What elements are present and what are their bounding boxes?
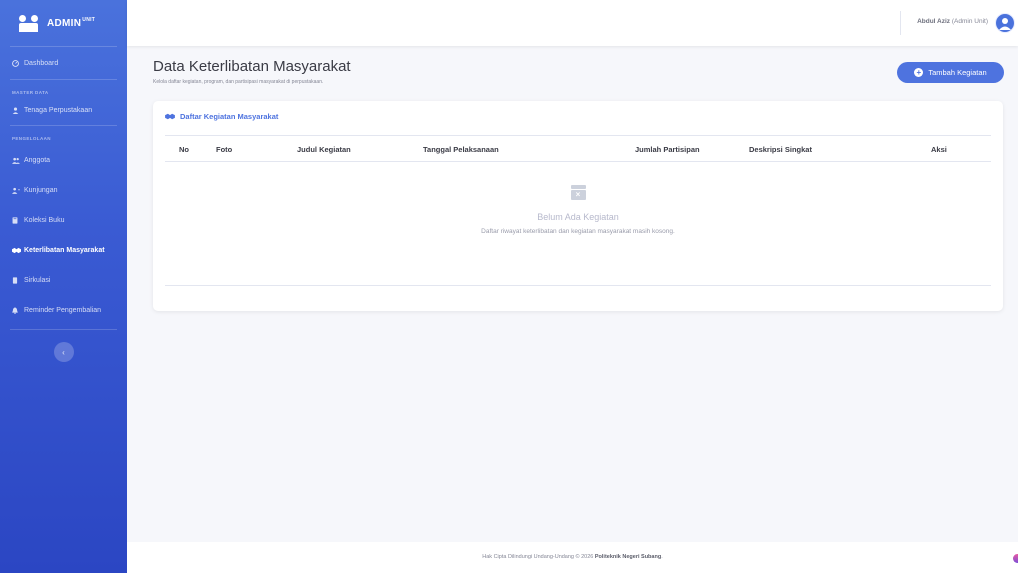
chevron-left-icon: ‹ — [62, 347, 65, 357]
brand-title: ADMIN — [47, 17, 82, 29]
card-title: Daftar Kegiatan Masyarakat — [165, 112, 278, 121]
brand[interactable]: ADMINUNIT — [0, 0, 127, 46]
sidebar-toggle-button[interactable]: ‹ — [53, 342, 74, 362]
sidebar-item-label: Dashboard — [24, 59, 59, 67]
sidebar-item-keterlibatan-masyarakat[interactable]: Keterlibatan Masyarakat — [0, 235, 127, 265]
sidebar-item-label: Keterlibatan Masyarakat — [24, 246, 105, 254]
page-title: Data Keterlibatan Masyarakat — [153, 58, 351, 75]
sidebar-section-heading: MASTER DATA — [12, 90, 49, 95]
sidebar: ADMINUNIT Dashboard MASTER DATA Tenaga P… — [0, 0, 127, 573]
sidebar-item-dashboard[interactable]: Dashboard — [0, 47, 127, 79]
column-header-foto[interactable]: Foto — [216, 145, 232, 154]
empty-state-text: Daftar riwayat keterlibatan dan kegiatan… — [481, 228, 675, 235]
sidebar-item-label: Anggota — [24, 156, 51, 164]
exchange-icon — [12, 277, 19, 284]
column-header-no[interactable]: No — [179, 145, 189, 154]
sidebar-item-anggota[interactable]: Anggota — [0, 145, 127, 175]
sidebar-item-koleksi-buku[interactable]: Koleksi Buku — [0, 205, 127, 235]
sidebar-item-label: Sirkulasi — [24, 276, 51, 284]
sidebar-item-reminder-pengembalian[interactable]: Reminder Pengembalian — [0, 295, 127, 325]
avatar-icon — [999, 18, 1011, 30]
brand-badge: UNIT — [82, 16, 96, 23]
bell-icon — [12, 307, 19, 314]
users-logo-icon — [19, 14, 38, 32]
sidebar-section-heading: PENGELOLAAN — [12, 136, 51, 141]
topbar: Abdul Aziz (Admin Unit) — [127, 0, 1018, 46]
column-header-partisipan[interactable]: Jumlah Partisipan — [635, 145, 700, 154]
activities-table: No Foto Judul Kegiatan Tanggal Pelaksana… — [165, 135, 991, 286]
column-header-judul[interactable]: Judul Kegiatan — [297, 145, 351, 154]
user-dropdown[interactable]: Abdul Aziz (Admin Unit) — [917, 18, 988, 25]
add-activity-button[interactable]: + Tambah Kegiatan — [897, 62, 1004, 83]
handshake-icon — [165, 113, 175, 120]
empty-state: × Belum Ada Kegiatan Daftar riwayat kete… — [165, 185, 991, 235]
dashboard-icon — [12, 60, 19, 67]
card-title-text: Daftar Kegiatan Masyarakat — [180, 112, 279, 121]
user-role: (Admin Unit) — [951, 18, 988, 25]
sidebar-item-kunjungan[interactable]: Kunjungan — [0, 175, 127, 205]
sidebar-item-sirkulasi[interactable]: Sirkulasi — [0, 265, 127, 295]
sidebar-item-label: Reminder Pengembalian — [24, 306, 102, 314]
activities-card: Daftar Kegiatan Masyarakat No Foto Judul… — [153, 101, 1003, 311]
sidebar-item-label: Koleksi Buku — [24, 216, 65, 224]
column-header-tanggal[interactable]: Tanggal Pelaksanaan — [423, 145, 499, 154]
table-header: No Foto Judul Kegiatan Tanggal Pelaksana… — [165, 135, 991, 162]
empty-state-title: Belum Ada Kegiatan — [537, 212, 619, 222]
user-walk-icon — [12, 187, 20, 194]
handshake-icon — [12, 247, 21, 254]
floating-widget-icon[interactable] — [1013, 554, 1018, 563]
sidebar-divider — [10, 329, 117, 330]
sidebar-item-label: Tenaga Perpustakaan — [24, 106, 93, 114]
column-header-deskripsi[interactable]: Deskripsi Singkat — [749, 145, 812, 154]
plus-circle-icon: + — [914, 68, 924, 77]
sidebar-item-tenaga[interactable]: Tenaga Perpustakaan — [0, 99, 127, 121]
footer-org: Politeknik Negeri Subang — [594, 554, 662, 560]
brand-name: ADMINUNIT — [47, 16, 96, 29]
avatar[interactable] — [995, 13, 1015, 33]
user-name: Abdul Aziz — [917, 18, 951, 25]
users-icon — [12, 157, 20, 164]
column-header-aksi[interactable]: Aksi — [931, 145, 947, 154]
user-tie-icon — [12, 107, 19, 114]
book-icon — [12, 217, 19, 224]
topbar-divider — [900, 11, 901, 35]
sidebar-item-label: Kunjungan — [24, 186, 58, 194]
table-footer-divider — [165, 285, 991, 286]
calendar-times-icon: × — [570, 185, 586, 200]
add-activity-label: Tambah Kegiatan — [928, 68, 987, 77]
footer: Hak Cipta Dilindungi Undang-Undang © 202… — [127, 542, 1018, 573]
page-subtitle: Kelola daftar kegiatan, program, dan par… — [153, 79, 324, 85]
footer-copyright: Hak Cipta Dilindungi Undang-Undang © 202… — [482, 554, 594, 560]
